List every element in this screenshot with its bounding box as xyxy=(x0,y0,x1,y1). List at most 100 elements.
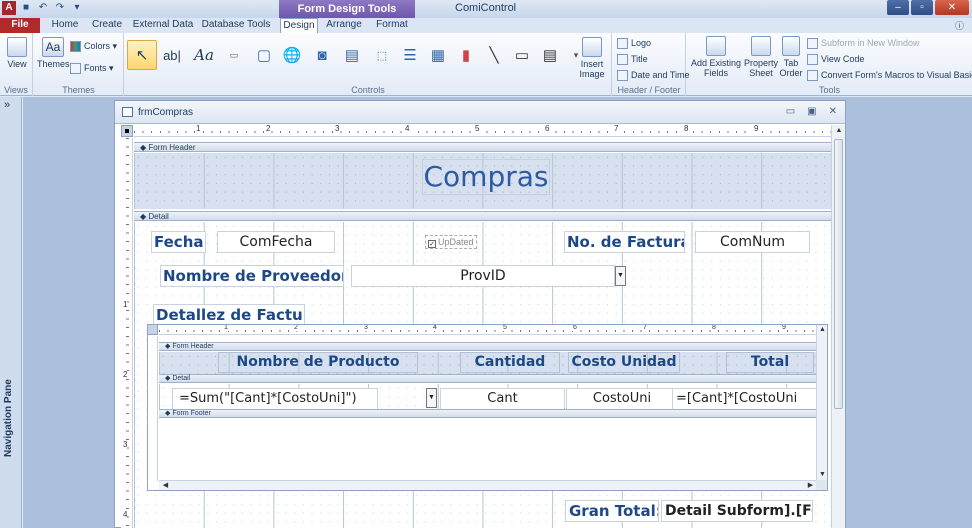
hyperlink-control-icon[interactable]: 🌐 xyxy=(277,40,307,70)
subform-footer-section-bar[interactable]: ◆ Form Footer xyxy=(159,409,817,418)
help-icon[interactable]: ⓘ xyxy=(955,19,964,32)
restore-icon[interactable]: ▫ xyxy=(911,0,933,15)
form-scroll-up-icon[interactable]: ▲ xyxy=(834,126,844,135)
close-icon[interactable]: ✕ xyxy=(935,0,969,15)
proveedor-dropdown-icon[interactable]: ▼ xyxy=(615,266,626,286)
subform-selector[interactable] xyxy=(148,325,158,335)
web-browser-icon[interactable]: ◙ xyxy=(307,40,337,70)
fecha-field[interactable]: ComFecha xyxy=(217,231,335,253)
scroll-left-icon[interactable]: ◀ xyxy=(161,481,170,490)
form-vertical-scrollbar[interactable]: ▲ xyxy=(831,125,845,528)
property-sheet-button[interactable]: Property Sheet xyxy=(743,36,779,78)
toggle-button-icon[interactable]: ▭ xyxy=(507,40,537,70)
tools-group: Add Existing Fields Property Sheet Tab O… xyxy=(687,33,972,96)
tab-file[interactable]: File xyxy=(0,18,40,33)
button-control-icon[interactable]: ▭ xyxy=(219,40,249,70)
navigation-pane[interactable]: » Navigation Pane xyxy=(0,97,22,528)
form-restore-icon[interactable]: ▣ xyxy=(807,106,816,117)
nav-pane-chevron-icon[interactable]: » xyxy=(4,99,10,111)
detalle-label[interactable]: Detallez de Factura xyxy=(153,304,305,326)
minimize-icon[interactable]: – xyxy=(887,0,909,15)
sum-expression-combo[interactable]: =Sum("[Cant]*[CostoUni]") xyxy=(172,388,378,410)
page-break-icon[interactable]: ☰ xyxy=(395,40,425,70)
undo-icon[interactable]: ↶ xyxy=(36,1,50,15)
subform-horizontal-scrollbar[interactable]: ◀ ▶ xyxy=(159,480,817,490)
scroll-right-icon[interactable]: ▶ xyxy=(806,481,815,490)
tab-external-data[interactable]: External Data xyxy=(131,18,195,33)
tab-format[interactable]: Format xyxy=(372,18,412,33)
combo-box-icon[interactable]: ▦ xyxy=(423,40,453,70)
chart-control-icon[interactable]: ▮ xyxy=(451,40,481,70)
tab-order-label-2: Order xyxy=(779,68,803,78)
scroll-down-icon[interactable]: ▼ xyxy=(818,470,827,479)
option-group-icon[interactable]: ⬚ xyxy=(367,40,397,70)
property-sheet-icon xyxy=(751,36,771,56)
subform-header-section-bar[interactable]: ◆ Form Header xyxy=(159,342,817,351)
save-icon[interactable]: ■ xyxy=(19,1,33,15)
form-header-section-bar[interactable]: ◆ Form Header xyxy=(134,142,831,152)
view-code-button[interactable]: View Code xyxy=(807,54,864,66)
factura-label[interactable]: No. de Factura: xyxy=(564,231,685,253)
tab-control-icon[interactable]: ▢ xyxy=(249,40,279,70)
form-title[interactable]: Compras xyxy=(422,159,550,195)
themes-button[interactable]: Aa Themes xyxy=(37,37,70,69)
insert-image-button[interactable]: Insert Image xyxy=(577,37,607,79)
add-existing-fields-button[interactable]: Add Existing Fields xyxy=(690,36,742,78)
add-fields-icon xyxy=(706,36,726,56)
subform-detail-section-bar[interactable]: ◆ Detail xyxy=(159,374,817,383)
costo-field[interactable]: CostoUni xyxy=(566,388,678,410)
col-total-label[interactable]: Total xyxy=(726,352,814,373)
fonts-button[interactable]: Fonts ▾ xyxy=(70,63,114,75)
form-window-controls: ▭ ▣ ✕ xyxy=(786,106,837,117)
label-control-icon[interactable]: Aa xyxy=(189,40,219,70)
colors-button[interactable]: Colors ▾ xyxy=(70,41,117,53)
ruler-mark: 1 xyxy=(123,300,128,309)
view-button[interactable]: View xyxy=(3,37,31,69)
form-scroll-thumb[interactable] xyxy=(834,139,843,409)
total-expression-field[interactable]: =[Cant]*[CostoUni xyxy=(672,388,817,410)
form-selector[interactable] xyxy=(121,125,133,137)
form-minimize-icon[interactable]: ▭ xyxy=(786,106,795,117)
line-control-icon[interactable]: ╲ xyxy=(479,40,509,70)
tab-arrange[interactable]: Arrange xyxy=(324,18,364,33)
textbox-control-icon[interactable]: ab| xyxy=(157,40,187,70)
tab-home[interactable]: Home xyxy=(46,18,84,33)
proveedor-combo[interactable]: ProvID xyxy=(351,265,615,287)
tab-database-tools[interactable]: Database Tools xyxy=(200,18,272,33)
cant-field[interactable]: Cant xyxy=(440,388,565,410)
vertical-ruler: 1 2 3 4 xyxy=(121,138,133,528)
tab-design[interactable]: Design xyxy=(280,18,318,33)
navigation-control-icon[interactable]: ▤ xyxy=(337,40,367,70)
customize-qat-icon[interactable]: ▾ xyxy=(70,1,84,15)
date-time-button[interactable]: Date and Time xyxy=(617,70,690,82)
ruler-mark: 5 xyxy=(502,324,508,331)
logo-button[interactable]: Logo xyxy=(617,38,651,50)
detail-subform[interactable]: 1 2 3 4 5 6 7 8 9 ◆ Form Header Nombre d… xyxy=(147,324,828,491)
subform-new-window-button[interactable]: Subform in New Window xyxy=(807,38,920,50)
redo-icon[interactable]: ↷ xyxy=(53,1,67,15)
tab-order-label: Tab xyxy=(783,58,799,68)
updated-checkbox[interactable]: ✓ UpDated xyxy=(425,235,477,249)
form-close-icon[interactable]: ✕ xyxy=(829,106,837,117)
title-button[interactable]: Title xyxy=(617,54,648,66)
convert-macros-button[interactable]: Convert Form's Macros to Visual Basic xyxy=(807,70,972,82)
scroll-up-icon[interactable]: ▲ xyxy=(818,325,827,334)
tab-create[interactable]: Create xyxy=(88,18,126,33)
select-pointer-icon[interactable]: ↖ xyxy=(127,40,157,70)
col-costo-label[interactable]: Costo Unidad xyxy=(568,352,680,373)
gran-total-field[interactable]: Detail Subform].[For xyxy=(661,500,813,522)
factura-field[interactable]: ComNum xyxy=(695,231,810,253)
ribbon-tabs: File Home Create External Data Database … xyxy=(0,18,972,33)
subform-vertical-scrollbar[interactable]: ▲ ▼ xyxy=(816,325,827,481)
sum-combo-dropdown-icon[interactable]: ▼ xyxy=(426,388,437,408)
col-cantidad-label[interactable]: Cantidad xyxy=(460,352,560,373)
col-producto-label[interactable]: Nombre de Producto xyxy=(218,352,418,373)
ruler-mark: 8 xyxy=(683,124,690,133)
fecha-label[interactable]: Fecha: xyxy=(151,231,206,253)
tab-order-button[interactable]: Tab Order xyxy=(779,36,803,78)
detail-section-bar[interactable]: ◆ Detail xyxy=(134,211,831,221)
form-name: frmCompras xyxy=(138,107,194,118)
access-logo-icon[interactable]: A xyxy=(2,1,16,15)
proveedor-label[interactable]: Nombre de Proveedor : xyxy=(160,265,344,287)
gran-total-label[interactable]: Gran Total: xyxy=(565,500,659,522)
